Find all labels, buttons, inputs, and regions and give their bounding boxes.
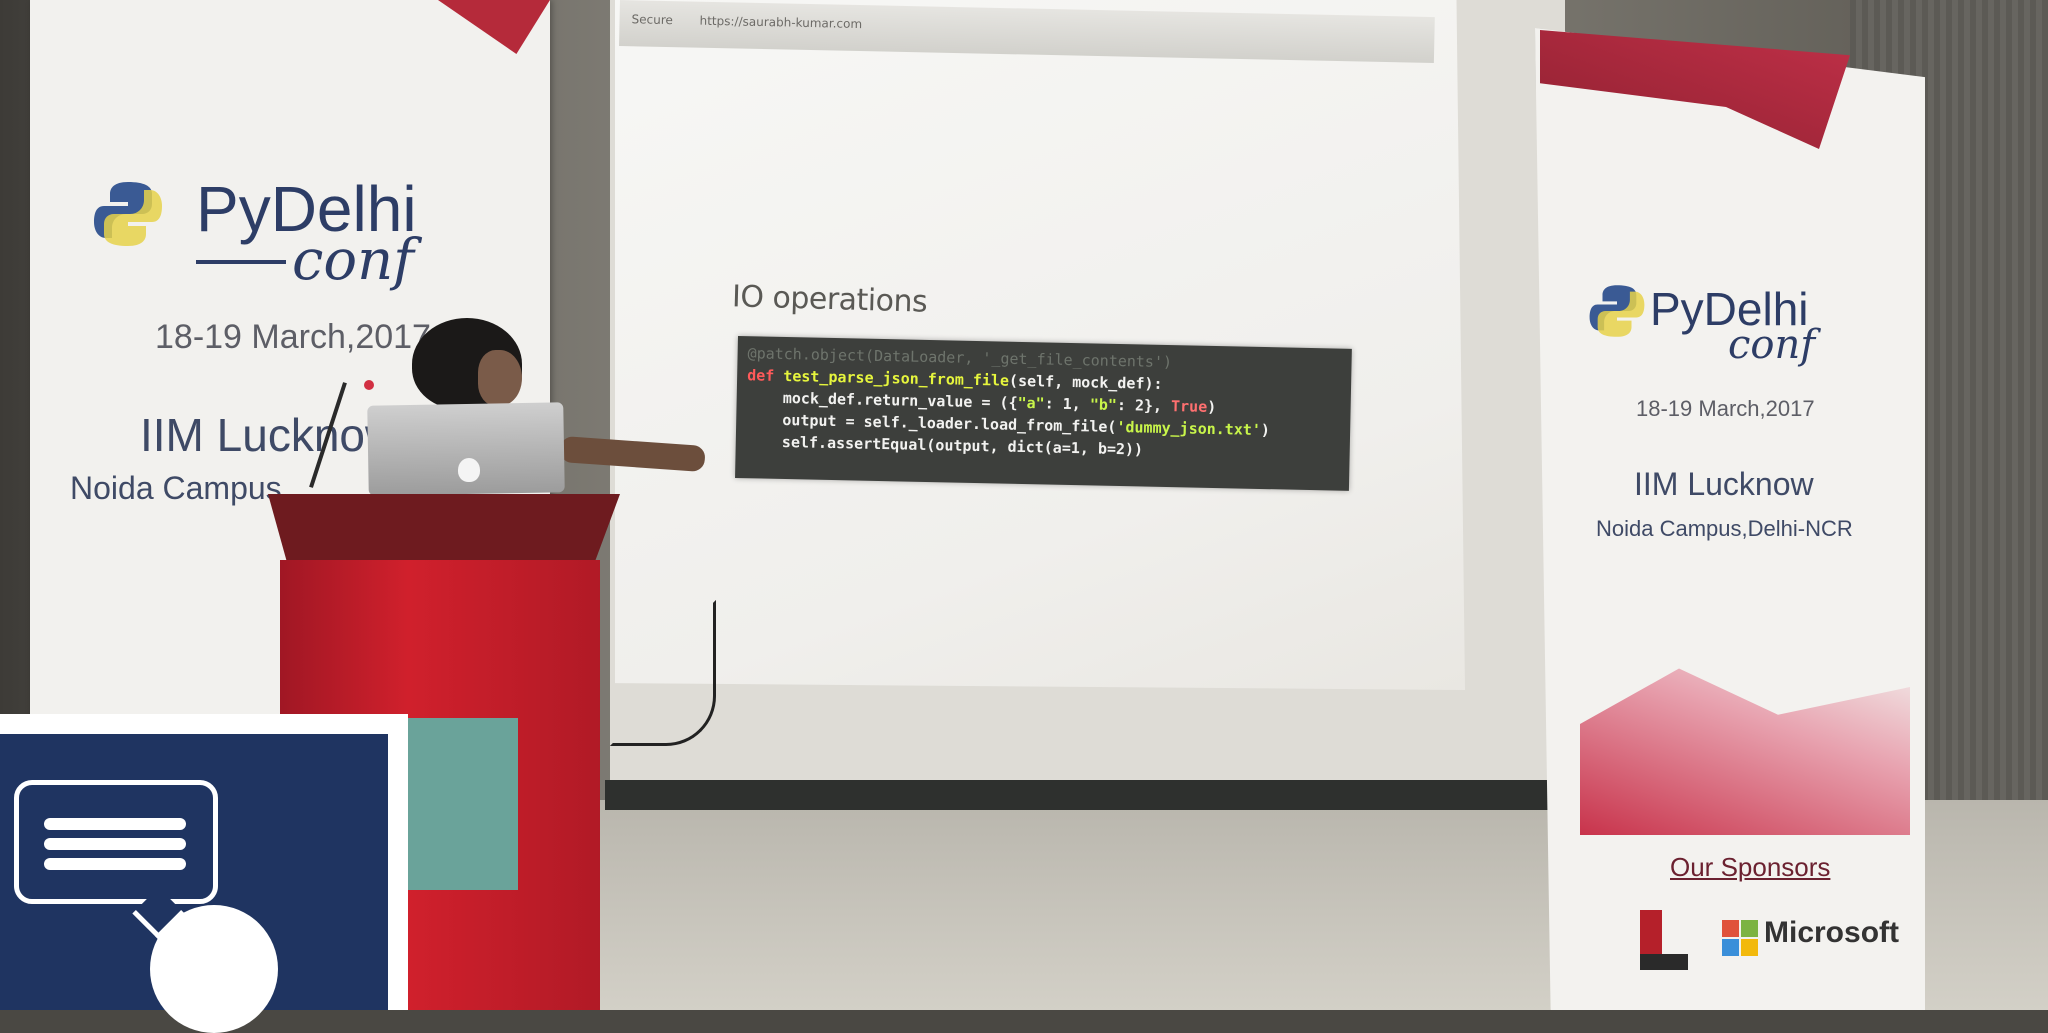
python-logo-icon: [94, 182, 162, 246]
sponsor-logo: [1640, 910, 1688, 980]
sponsor-microsoft: Microsoft: [1764, 916, 1899, 949]
right-banner-conf: conf: [1728, 322, 1816, 368]
code-text: : 1,: [1044, 394, 1091, 414]
left-banner-dates: 18-19 March,2017: [155, 318, 431, 356]
apple-logo-icon: [458, 458, 480, 482]
microsoft-logo-icon: [1722, 920, 1758, 956]
chat-bubble-line: [44, 818, 186, 830]
code-text: : 2},: [1116, 395, 1172, 416]
browser-secure-label: Secure: [631, 12, 674, 28]
code-text: ): [1260, 420, 1271, 440]
code-params: (self, mock_def):: [1008, 371, 1163, 393]
code-string: 'dummy_json.txt': [1116, 417, 1262, 439]
browser-url: https://saurabh-kumar.com: [699, 13, 863, 32]
code-text: ): [1207, 397, 1217, 417]
cable: [610, 600, 716, 746]
code-keyword-def: def: [746, 366, 784, 385]
podium-sticker: [406, 718, 518, 890]
podium-top: [268, 494, 620, 570]
microphone-tip: [364, 380, 374, 390]
sponsors-heading: Our Sponsors: [1670, 852, 1831, 882]
left-banner-venue: IIM Lucknow: [140, 409, 399, 461]
brand-underline: [196, 260, 286, 264]
code-snippet: @patch.object(DataLoader, '_get_file_con…: [735, 336, 1352, 491]
python-logo-icon: [1589, 285, 1645, 337]
left-banner-campus: Noida Campus: [70, 470, 282, 506]
code-text: output = self._loader.load_from_file(: [746, 410, 1117, 436]
code-line-assert: self.assertEqual(output, dict(a=1, b=2)): [745, 432, 1144, 459]
screen-bottom-edge: [605, 780, 1575, 810]
code-string: "a": [1017, 393, 1045, 413]
chat-bubble-line: [44, 858, 186, 870]
right-banner-venue: IIM Lucknow: [1634, 466, 1814, 502]
user-avatar-icon: [150, 905, 278, 1033]
code-boolean: True: [1170, 397, 1208, 416]
left-banner-conf: conf: [292, 228, 414, 293]
code-string: "b": [1089, 395, 1118, 414]
right-banner-campus: Noida Campus,Delhi-NCR: [1596, 516, 1853, 541]
slide-title: IO operations: [731, 279, 928, 320]
code-text: mock_def.return_value = ({: [746, 388, 1018, 412]
right-banner-dates: 18-19 March,2017: [1636, 396, 1815, 421]
chat-bubble-line: [44, 838, 186, 850]
speaker-face: [478, 350, 522, 406]
code-function-name: test_parse_json_from_file: [783, 366, 1010, 390]
